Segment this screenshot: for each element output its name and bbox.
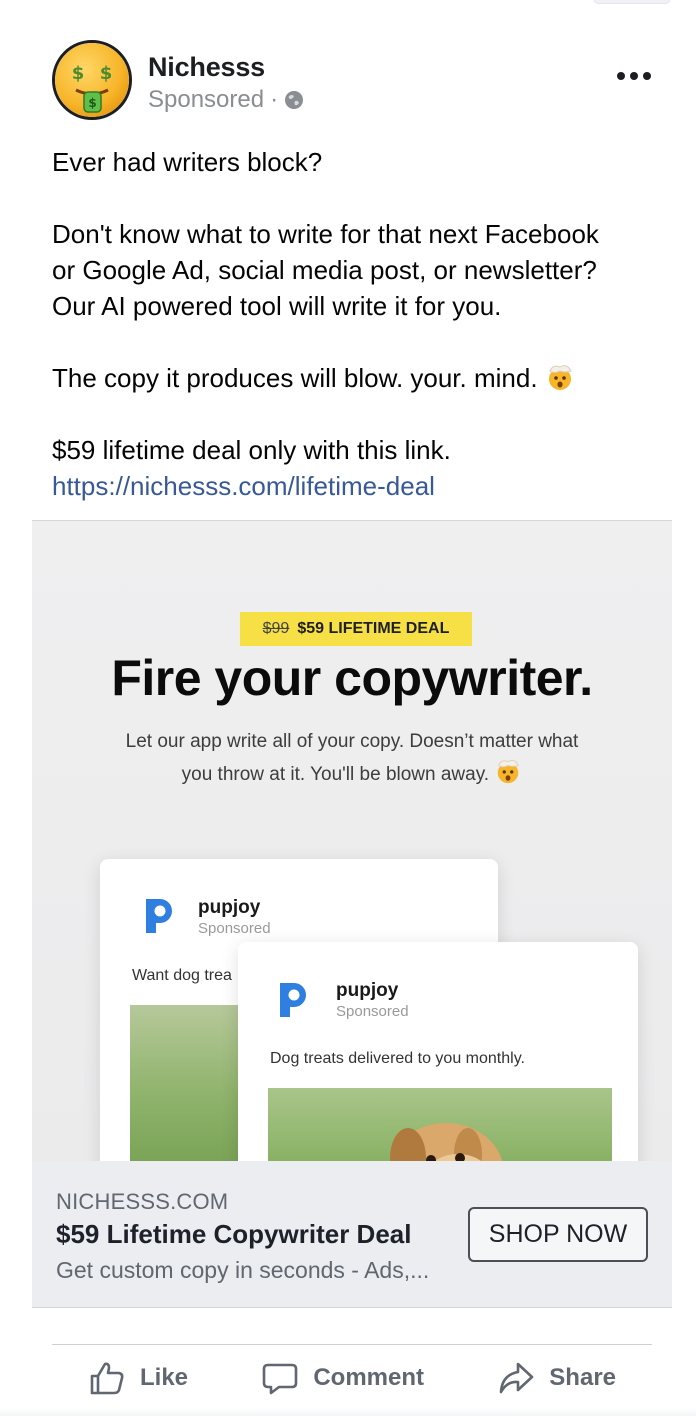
deal-badge: $99 $59 LIFETIME DEAL bbox=[240, 612, 472, 646]
page-avatar[interactable]: $ $ $ bbox=[52, 40, 132, 120]
mock-ad-text: Want dog trea bbox=[132, 967, 232, 984]
deal-badge-text: $59 LIFETIME DEAL bbox=[297, 620, 450, 637]
mock-ad-card-front: pupjoy Sponsored Dog treats delivered to… bbox=[238, 942, 638, 1161]
post-text-line: or Google Ad, social media post, or news… bbox=[52, 255, 597, 285]
post-text-mind: The copy it produces will blow. your. mi… bbox=[52, 363, 538, 393]
creative-subhead-text: you throw at it. You'll be blown away. bbox=[181, 764, 490, 785]
link-title[interactable]: $59 Lifetime Copywriter Deal bbox=[56, 1219, 411, 1250]
meta-separator: · bbox=[270, 86, 279, 113]
mock-ad-photo-puppy bbox=[268, 1088, 612, 1161]
post-text-line: $59 lifetime deal only with this link. bbox=[52, 435, 451, 465]
creative-subhead: Let our app write all of your copy. Does… bbox=[92, 727, 612, 790]
share-button[interactable]: Share bbox=[497, 1359, 616, 1397]
post-text-line: Ever had writers block? bbox=[52, 147, 323, 177]
link-preview[interactable]: NICHESSS.COM $59 Lifetime Copywriter Dea… bbox=[32, 1161, 672, 1307]
pupjoy-logo-icon bbox=[280, 983, 306, 1017]
sponsored-label[interactable]: Sponsored bbox=[148, 86, 264, 114]
link-description: Get custom copy in seconds - Ads,... bbox=[56, 1257, 430, 1283]
action-divider bbox=[52, 1344, 652, 1345]
money-mouth-face-icon: $ $ $ bbox=[55, 43, 129, 117]
comment-button[interactable]: Comment bbox=[261, 1359, 424, 1397]
post-text-line: Our AI powered tool will write it for yo… bbox=[52, 291, 502, 321]
mock-ad-sponsored: Sponsored bbox=[336, 1003, 409, 1020]
svg-text:$: $ bbox=[88, 96, 96, 110]
svg-text:$: $ bbox=[100, 63, 113, 84]
comment-icon bbox=[263, 1363, 298, 1395]
puppy-illustration bbox=[389, 1123, 503, 1161]
globe-icon[interactable] bbox=[284, 90, 304, 110]
post-message: Ever had writers block? Don't know what … bbox=[52, 144, 662, 504]
mock-ad-name: pupjoy bbox=[198, 897, 261, 918]
ad-creative-image[interactable]: $99 $59 LIFETIME DEAL Fire your copywrit… bbox=[32, 521, 672, 1161]
bottom-edge bbox=[0, 1408, 696, 1416]
page-name[interactable]: Nichesss bbox=[148, 52, 265, 83]
creative-headline: Fire your copywriter. bbox=[111, 650, 593, 706]
post-meta: Sponsored · bbox=[148, 86, 304, 114]
like-label: Like bbox=[140, 1364, 189, 1391]
post-link[interactable]: https://nichesss.com/lifetime-deal bbox=[52, 468, 662, 504]
like-button[interactable]: Like bbox=[88, 1359, 188, 1397]
more-options-icon[interactable] bbox=[612, 62, 656, 90]
mock-ad-name: pupjoy bbox=[336, 980, 399, 1001]
more-dot bbox=[630, 72, 638, 80]
post-text-line: Don't know what to write for that next F… bbox=[52, 219, 599, 249]
svg-text:$: $ bbox=[72, 63, 85, 84]
creative-subhead-line-2: you throw at it. You'll be blown away. bbox=[92, 757, 612, 790]
exploding-head-icon bbox=[498, 759, 520, 784]
exploding-head-icon bbox=[548, 365, 572, 390]
deal-old-price: $99 bbox=[262, 620, 290, 637]
action-bar: Like Comment Share bbox=[52, 1348, 652, 1408]
mock-ad-sponsored: Sponsored bbox=[198, 920, 271, 937]
link-domain: NICHESSS.COM bbox=[56, 1189, 229, 1214]
more-dot bbox=[643, 72, 651, 80]
share-label: Share bbox=[549, 1364, 616, 1391]
mock-ad-text: Dog treats delivered to you monthly. bbox=[270, 1050, 525, 1067]
share-arrow-icon bbox=[499, 1362, 534, 1394]
pupjoy-logo-icon bbox=[146, 899, 172, 933]
post-text-line: The copy it produces will blow. your. mi… bbox=[52, 360, 662, 396]
comment-label: Comment bbox=[313, 1364, 424, 1391]
ad-card[interactable]: $99 $59 LIFETIME DEAL Fire your copywrit… bbox=[32, 520, 672, 1308]
shop-now-button[interactable]: SHOP NOW bbox=[468, 1207, 648, 1262]
more-dot bbox=[617, 72, 625, 80]
previous-post-edge bbox=[594, 0, 670, 4]
creative-subhead-line: Let our app write all of your copy. Does… bbox=[125, 731, 579, 752]
thumbs-up-icon bbox=[90, 1362, 124, 1395]
